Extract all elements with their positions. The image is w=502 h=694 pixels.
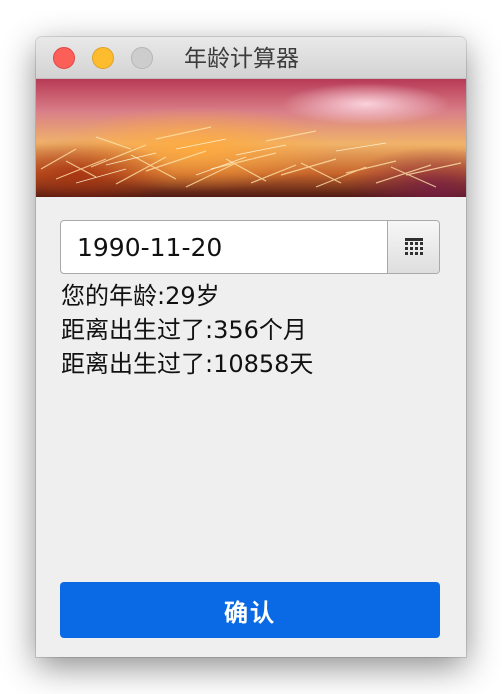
app-window: 年龄计算器 1990-11-20 您的年龄:29岁 距离出生过了:356个月 距… [36, 37, 466, 657]
age-result: 您的年龄:29岁 [61, 282, 220, 310]
birth-date-input[interactable] [61, 221, 387, 273]
close-window-button[interactable] [53, 47, 75, 69]
calendar-icon [405, 238, 423, 255]
window-title: 年龄计算器 [184, 46, 299, 72]
months-result: 距离出生过了:356个月 [61, 316, 307, 344]
minimize-window-button[interactable] [92, 47, 114, 69]
confirm-button[interactable]: 确认 [60, 582, 440, 638]
title-bar[interactable]: 年龄计算器 [36, 37, 466, 79]
calendar-button[interactable] [387, 221, 439, 273]
grass-texture [40, 126, 462, 188]
birth-date-picker[interactable] [60, 220, 440, 274]
days-result: 距离出生过了:10858天 [61, 350, 314, 378]
zoom-window-button[interactable] [131, 47, 153, 69]
header-banner-image [36, 79, 466, 197]
